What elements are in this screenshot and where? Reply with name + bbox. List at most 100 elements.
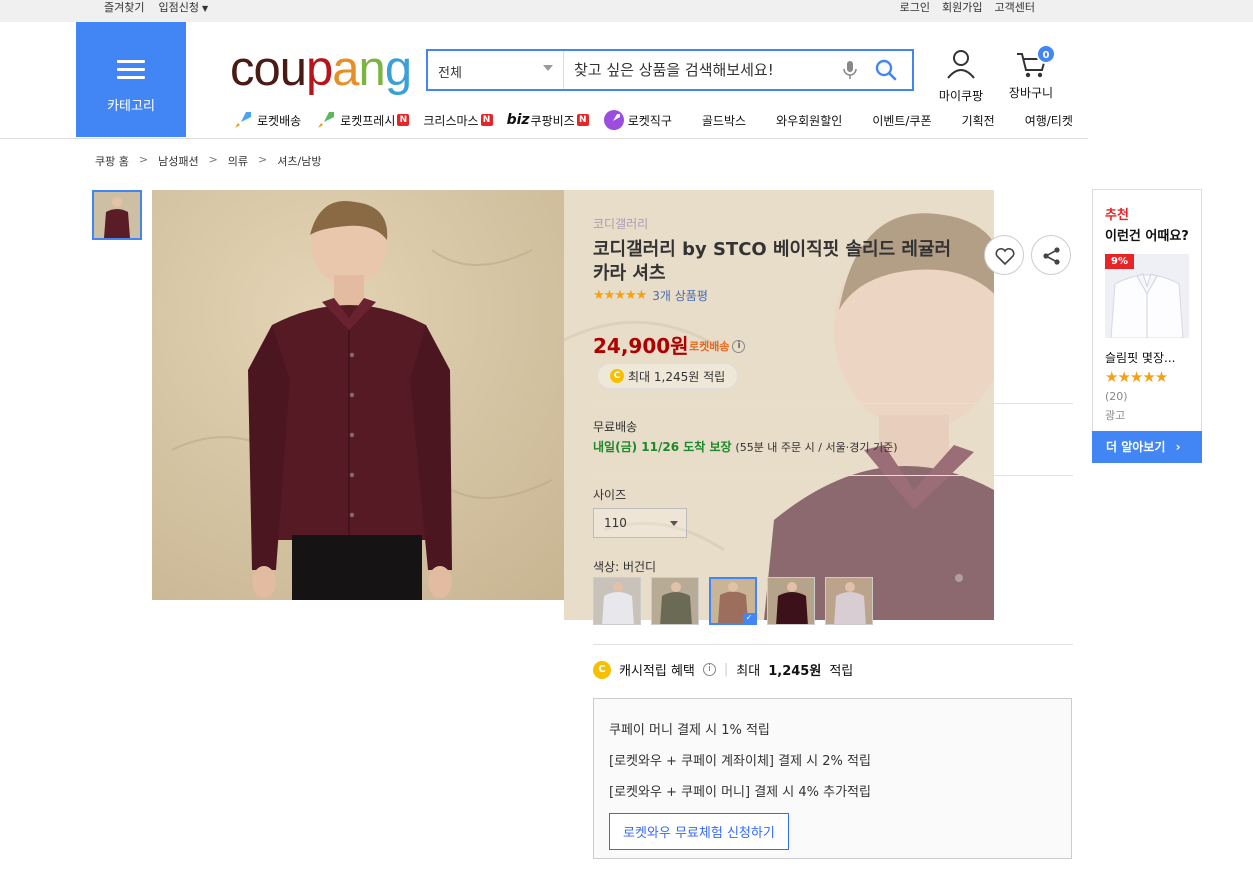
nav-label: 로켓직구: [627, 113, 672, 128]
cash-reward-label: 캐시적립 혜택: [619, 664, 695, 679]
share-icon: [1043, 247, 1060, 265]
breadcrumb-separator: >: [138, 153, 149, 166]
nav-item-travel-ticket[interactable]: 여행/티켓: [1025, 112, 1073, 129]
recommend-product-name[interactable]: 슬림핏 몇장...: [1105, 349, 1175, 366]
coupang-logo[interactable]: coupang: [230, 40, 412, 98]
mycoupang-button[interactable]: 마이쿠팡: [936, 48, 986, 104]
color-swatch-selected[interactable]: ✓: [709, 577, 757, 625]
info-divider: [593, 475, 1073, 476]
nav-label: 기획전: [961, 113, 995, 128]
cart-button[interactable]: 0 장바구니: [1005, 44, 1057, 101]
cash-reward-row: C 캐시적립 혜택 i | 최대 1,245원 적립: [593, 660, 853, 679]
benefit-line: [로켓와우 + 쿠페이 계좌이체] 결제 시 2% 적립: [609, 754, 871, 769]
swatch-image: [826, 578, 872, 624]
info-divider: [593, 403, 1073, 404]
reward-text: 최대 1,245원 적립: [628, 369, 726, 384]
search-input[interactable]: [574, 51, 834, 89]
biz-logo: biz: [506, 112, 530, 128]
signup-link[interactable]: 회원가입: [942, 0, 982, 16]
size-select[interactable]: 110: [593, 508, 687, 538]
nav-item-rocket-fresh[interactable]: 로켓프레시 N: [315, 109, 410, 131]
benefit-line: [로켓와우 + 쿠페이 머니] 결제 시 4% 추가적립: [609, 785, 871, 800]
category-menu-button[interactable]: 카테고리: [76, 22, 186, 137]
color-swatch[interactable]: [767, 577, 815, 625]
info-icon[interactable]: i: [732, 339, 746, 353]
category-label: 카테고리: [107, 99, 155, 114]
search-bar: 전체: [426, 49, 914, 91]
cart-count-badge: 0: [1036, 44, 1056, 64]
product-brand[interactable]: 코디갤러리: [593, 215, 648, 232]
model-shirt-photo: [152, 190, 564, 600]
rocket-delivery-label: 로켓배송: [689, 340, 730, 353]
logo-part-cou: cou: [230, 42, 307, 96]
breadcrumb-home[interactable]: 쿠팡 홈: [95, 153, 129, 169]
info-icon[interactable]: i: [702, 663, 716, 676]
recommend-product-image[interactable]: 9%: [1105, 254, 1189, 338]
customer-center-link[interactable]: 고객센터: [995, 0, 1035, 16]
new-badge: N: [480, 114, 493, 126]
breadcrumb-item[interactable]: 의류: [228, 153, 248, 169]
cash-reward-amount: 1,245원: [768, 664, 822, 679]
login-link[interactable]: 로그인: [900, 0, 930, 16]
breadcrumb-item[interactable]: 남성패션: [158, 153, 198, 169]
product-main-image[interactable]: [152, 190, 564, 600]
nav-item-event-coupon[interactable]: 이벤트/쿠폰: [872, 112, 931, 129]
rocket-fresh-icon: [318, 112, 335, 128]
wishlist-button[interactable]: [984, 235, 1024, 275]
color-swatch[interactable]: [651, 577, 699, 625]
top-utility-bar: 즐겨찾기 입점신청 ▼ 로그인 회원가입 고객센터: [0, 0, 1253, 22]
rocket-wow-trial-button[interactable]: 로켓와우 무료체험 신청하기: [609, 813, 789, 850]
product-title: 코디갤러리 by STCO 베이직핏 솔리드 레귤러 카라 셔츠: [593, 239, 952, 284]
user-icon: [947, 50, 975, 79]
nav-item-exhibition[interactable]: 기획전: [962, 112, 995, 129]
review-count[interactable]: 3개 상품평: [652, 287, 708, 304]
chevron-down-icon: [543, 65, 553, 71]
rocket-global-icon: [603, 110, 624, 130]
shipping-date: 내일(금) 11/26 도착 보장: [593, 440, 732, 454]
chevron-down-icon: [670, 521, 678, 526]
see-more-label: 더 알아보기: [1106, 440, 1166, 454]
logo-part-n: n: [358, 42, 386, 96]
share-button[interactable]: [1031, 235, 1071, 275]
breadcrumb: 쿠팡 홈 > 남성패션 > 의류 > 셔츠/남방: [95, 153, 321, 169]
nav-item-wow-discount[interactable]: 와우회원할인: [776, 112, 842, 129]
main-nav: 로켓배송 로켓프레시 N 크리스마스 N biz 쿠팡비즈 N 로켓직구 골드박…: [232, 109, 1073, 131]
reward-pill: C 최대 1,245원 적립: [597, 363, 739, 389]
color-swatch[interactable]: [593, 577, 641, 625]
nav-item-coupang-biz[interactable]: biz 쿠팡비즈 N: [507, 112, 589, 129]
nav-label: 로켓프레시: [340, 113, 396, 128]
cash-reward-max: 최대: [736, 664, 761, 679]
nav-item-rocket-delivery[interactable]: 로켓배송: [232, 109, 301, 131]
nav-item-rocket-global[interactable]: 로켓직구: [603, 109, 672, 131]
recommend-title: 추천: [1105, 208, 1129, 223]
recommendation-panel: 추천 이런건 어때요? 9% 슬림핏 몇장... ★★★★★ (20) 광고 더…: [1092, 189, 1202, 463]
rating-row[interactable]: ★★★★★ 3개 상품평: [593, 287, 708, 304]
product-thumbnail[interactable]: [92, 190, 142, 240]
seller-apply-link[interactable]: 입점신청 ▼: [158, 0, 208, 17]
nav-label: 크리스마스: [423, 113, 479, 128]
recommend-rating-stars: ★★★★★: [1105, 368, 1168, 386]
coin-icon: C: [610, 369, 624, 383]
nav-label: 와우회원할인: [776, 113, 843, 128]
nav-label: 여행/티켓: [1024, 113, 1073, 128]
bookmark-link[interactable]: 즐겨찾기: [104, 0, 144, 17]
see-more-button[interactable]: 더 알아보기 ›: [1092, 431, 1202, 463]
breadcrumb-item[interactable]: 셔츠/남방: [277, 153, 321, 169]
logo-part-g: g: [384, 42, 412, 96]
color-label: 색상: 버건디: [593, 560, 657, 574]
size-value: 110: [604, 516, 627, 530]
size-label: 사이즈: [593, 488, 627, 502]
color-swatch[interactable]: [825, 577, 873, 625]
search-icon[interactable]: [874, 58, 898, 82]
cart-label: 장바구니: [1008, 86, 1054, 100]
benefit-line: 쿠페이 머니 결제 시 1% 적립: [609, 723, 770, 738]
shipping-date-row: 내일(금) 11/26 도착 보장 (55분 내 주문 시 / 서울⋅경기 기준…: [593, 438, 898, 455]
heart-icon: [995, 247, 1015, 266]
microphone-icon[interactable]: [840, 59, 860, 81]
search-category-select[interactable]: 전체: [428, 51, 564, 89]
nav-item-goldbox[interactable]: 골드박스: [702, 112, 746, 129]
payment-benefit-box: 쿠페이 머니 결제 시 1% 적립 [로켓와우 + 쿠페이 계좌이체] 결제 시…: [593, 698, 1072, 859]
nav-label: 로켓배송: [257, 113, 302, 128]
nav-item-christmas[interactable]: 크리스마스 N: [423, 112, 493, 129]
new-badge: N: [576, 114, 589, 126]
